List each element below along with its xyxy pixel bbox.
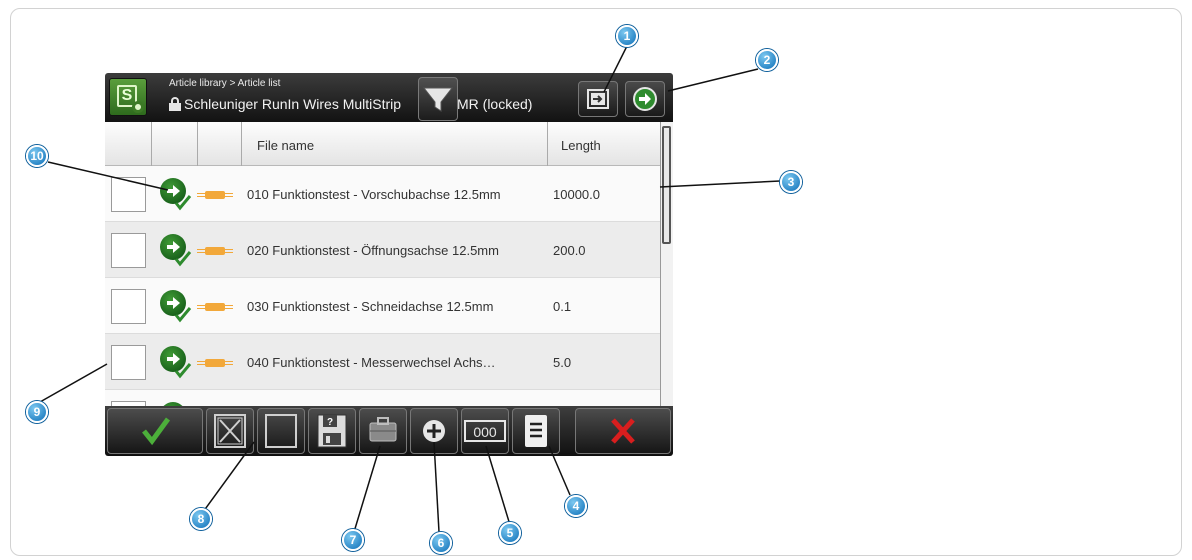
callout-marker: 1: [616, 25, 638, 47]
callout-marker: 3: [780, 171, 802, 193]
callout-marker: 6: [430, 532, 452, 554]
callout-marker: 7: [342, 529, 364, 551]
callout-marker: 5: [499, 522, 521, 544]
callout-marker: 10: [26, 145, 48, 167]
callout-marker: 9: [26, 401, 48, 423]
callout-marker: 4: [565, 495, 587, 517]
callout-leaders: [39, 45, 781, 533]
callout-marker: 2: [756, 49, 778, 71]
callout-marker: 8: [190, 508, 212, 530]
